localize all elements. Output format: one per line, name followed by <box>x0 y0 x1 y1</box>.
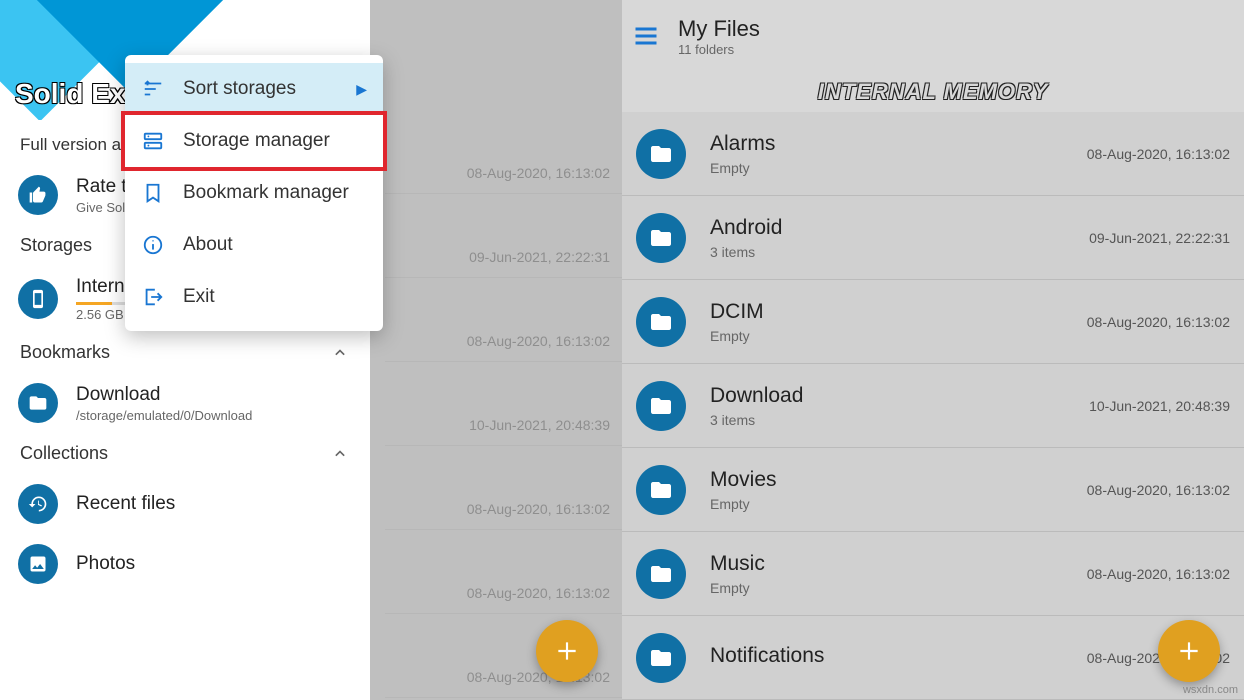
photos-label: Photos <box>76 553 135 575</box>
folder-icon <box>636 297 686 347</box>
folder-icon <box>18 383 58 423</box>
folder-icon <box>636 129 686 179</box>
exit-icon <box>141 285 165 309</box>
folder-name: Notifications <box>710 644 1087 668</box>
thumbs-up-icon <box>18 175 58 215</box>
right-title: My Files <box>678 16 760 42</box>
chevron-up-icon <box>330 444 350 464</box>
folder-name: Alarms <box>710 132 1087 156</box>
sort-storages-item[interactable]: Sort storages ▶ <box>125 63 383 115</box>
folder-row[interactable]: Music Empty 08-Aug-2020, 16:13:02 <box>622 532 1244 616</box>
folder-count: Empty <box>710 328 1087 344</box>
folder-date: 08-Aug-2020, 16:13:02 <box>1087 146 1230 162</box>
folder-row[interactable]: DCIM Empty 08-Aug-2020, 16:13:02 <box>622 280 1244 364</box>
options-popup-menu: Sort storages ▶ Storage manager Bookmark… <box>125 55 383 331</box>
folder-row[interactable]: Movies Empty 08-Aug-2020, 16:13:02 <box>622 448 1244 532</box>
bookmark-manager-item[interactable]: Bookmark manager <box>125 167 383 219</box>
image-icon <box>18 544 58 584</box>
info-icon <box>141 233 165 257</box>
phone-icon <box>18 279 58 319</box>
folder-row[interactable]: Download 3 items 10-Jun-2021, 20:48:39 <box>622 364 1244 448</box>
storage-manager-item[interactable]: Storage manager <box>121 111 387 171</box>
folder-date: 08-Aug-2020, 16:13:02 <box>1087 566 1230 582</box>
bookmark-icon <box>141 181 165 205</box>
folder-row[interactable]: Android 3 items 09-Jun-2021, 22:22:31 <box>622 196 1244 280</box>
collections-label: Collections <box>20 443 108 464</box>
storage-manager-label: Storage manager <box>183 130 367 152</box>
folder-count: Empty <box>710 496 1087 512</box>
folder-list: Alarms Empty 08-Aug-2020, 16:13:02 Androi… <box>622 112 1244 700</box>
about-label: About <box>183 234 367 256</box>
about-item[interactable]: About <box>125 219 383 271</box>
folder-date: 09-Jun-2021, 22:22:31 <box>1089 230 1230 246</box>
sort-label: Sort storages <box>183 78 356 100</box>
storages-label: Storages <box>20 235 92 256</box>
storage-manager-icon <box>141 129 165 153</box>
folder-count: 3 items <box>710 412 1089 428</box>
folder-date: 08-Aug-2020, 16:13:02 <box>1087 314 1230 330</box>
download-bookmark-item[interactable]: Download /storage/emulated/0/Download <box>0 373 370 433</box>
exit-item[interactable]: Exit <box>125 271 383 323</box>
chevron-up-icon <box>330 343 350 363</box>
folder-row[interactable]: Notifications 08-Aug-2020, 16:13:02 <box>622 616 1244 700</box>
folder-icon <box>636 381 686 431</box>
folder-count: 3 items <box>710 244 1089 260</box>
folder-icon <box>636 549 686 599</box>
bookmarks-label: Bookmarks <box>20 342 110 363</box>
add-fab[interactable] <box>536 620 598 682</box>
folder-date: 10-Jun-2021, 20:48:39 <box>1089 398 1230 414</box>
folder-name: Android <box>710 216 1089 240</box>
watermark: wsxdn.com <box>1183 684 1238 696</box>
photos-item[interactable]: Photos <box>0 534 370 594</box>
section-header: INTERNAL MEMORY <box>622 72 1244 112</box>
folder-name: Download <box>710 384 1089 408</box>
collections-header[interactable]: Collections <box>0 433 370 474</box>
right-pane: My Files 11 folders INTERNAL MEMORY Alar… <box>622 0 1244 700</box>
section-title: INTERNAL MEMORY <box>818 79 1049 105</box>
download-title: Download <box>76 384 252 406</box>
bookmark-manager-label: Bookmark manager <box>183 182 367 204</box>
right-subtitle: 11 folders <box>678 42 760 57</box>
folder-icon <box>636 633 686 683</box>
history-icon <box>18 484 58 524</box>
folder-icon <box>636 465 686 515</box>
submenu-arrow-icon: ▶ <box>356 81 367 98</box>
folder-name: DCIM <box>710 300 1087 324</box>
folder-name: Movies <box>710 468 1087 492</box>
plus-icon <box>554 638 580 664</box>
add-fab[interactable] <box>1158 620 1220 682</box>
folder-icon <box>636 213 686 263</box>
bookmarks-header[interactable]: Bookmarks <box>0 332 370 373</box>
menu-button[interactable] <box>632 22 660 50</box>
folder-date: 08-Aug-2020, 16:13:02 <box>1087 482 1230 498</box>
folder-row[interactable]: Alarms Empty 08-Aug-2020, 16:13:02 <box>622 112 1244 196</box>
drawer-scrim[interactable] <box>370 0 622 700</box>
hamburger-icon <box>632 22 660 50</box>
sort-icon <box>141 77 165 101</box>
folder-count: Empty <box>710 160 1087 176</box>
folder-count: Empty <box>710 580 1087 596</box>
right-header: My Files 11 folders <box>622 0 1244 72</box>
recent-files-item[interactable]: Recent files <box>0 474 370 534</box>
left-pane: 08-Aug-2020, 16:13:02 09-Jun-2021, 22:22… <box>0 0 622 700</box>
folder-name: Music <box>710 552 1087 576</box>
plus-icon <box>1176 638 1202 664</box>
recent-label: Recent files <box>76 493 175 515</box>
download-path: /storage/emulated/0/Download <box>76 408 252 423</box>
exit-label: Exit <box>183 286 367 308</box>
